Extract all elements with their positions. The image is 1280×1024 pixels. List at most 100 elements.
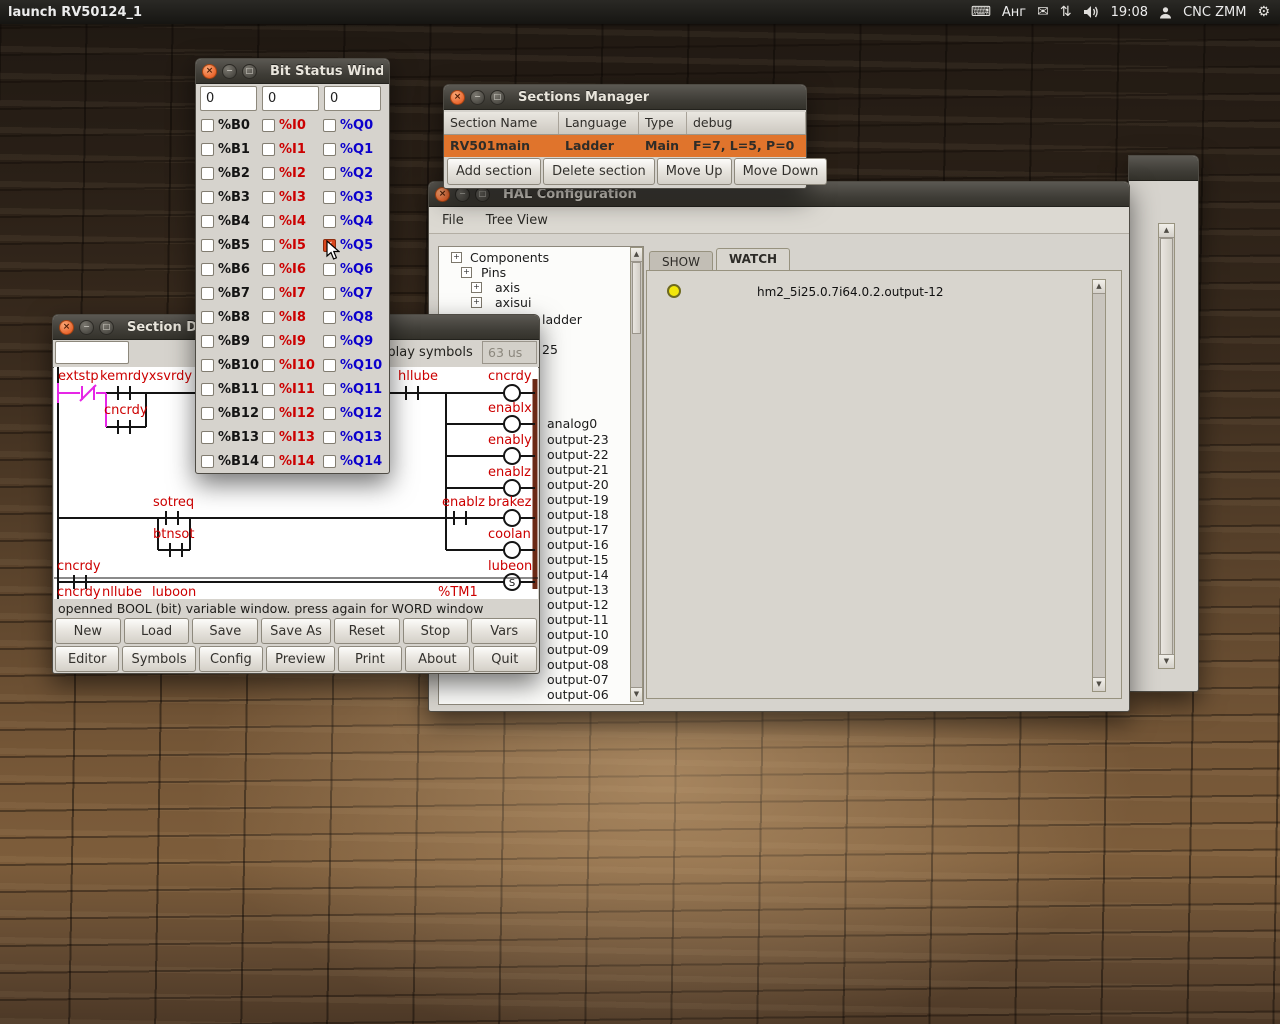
tab-watch[interactable]: WATCH bbox=[715, 248, 791, 270]
bit-checkbox-b13[interactable] bbox=[201, 430, 214, 444]
hal-tree-item-components[interactable]: Components bbox=[470, 251, 549, 264]
network-traffic-icon[interactable]: ⇅ bbox=[1060, 5, 1072, 19]
gear-icon[interactable]: ⚙ bbox=[1257, 5, 1270, 19]
close-button[interactable]: × bbox=[450, 89, 465, 105]
tree-expander-icon[interactable]: + bbox=[471, 282, 482, 293]
bit-checkbox-b6[interactable] bbox=[201, 262, 214, 276]
minimize-button[interactable]: − bbox=[79, 319, 94, 335]
reset-button[interactable]: Reset bbox=[333, 618, 400, 644]
bit-checkbox-q8[interactable] bbox=[323, 310, 336, 324]
watch-scrollbar[interactable]: ▲ ▼ bbox=[1092, 279, 1106, 692]
hal-pin-item[interactable]: output-13 bbox=[547, 583, 609, 596]
bit-checkbox-i2[interactable] bbox=[262, 166, 275, 180]
scroll-up-arrow[interactable]: ▲ bbox=[1093, 280, 1105, 294]
hal-tree-item-axis[interactable]: axis bbox=[495, 281, 520, 294]
column-header-section-name[interactable]: Section Name bbox=[444, 112, 559, 134]
offset-field-q[interactable]: 0 bbox=[324, 86, 381, 111]
volume-icon[interactable] bbox=[1083, 5, 1100, 19]
mail-icon[interactable]: ✉ bbox=[1037, 5, 1049, 19]
hal-pin-item[interactable]: output-12 bbox=[547, 598, 609, 611]
bit-checkbox-b7[interactable] bbox=[201, 286, 214, 300]
scroll-down-arrow[interactable]: ▼ bbox=[1159, 654, 1174, 668]
hal-pin-item[interactable]: output-11 bbox=[547, 613, 609, 626]
bit-checkbox-i3[interactable] bbox=[262, 190, 275, 204]
tab-show[interactable]: SHOW bbox=[649, 251, 713, 270]
hal-pin-item[interactable]: output-23 bbox=[547, 433, 609, 446]
offset-field-i[interactable]: 0 bbox=[262, 86, 319, 111]
keyboard-icon[interactable]: ⌨ bbox=[971, 5, 991, 19]
clock[interactable]: 19:08 bbox=[1111, 5, 1148, 20]
section-combo[interactable] bbox=[55, 341, 129, 364]
bit-checkbox-b2[interactable] bbox=[201, 166, 214, 180]
bit-checkbox-i13[interactable] bbox=[262, 430, 275, 444]
column-header-language[interactable]: Language bbox=[559, 112, 639, 134]
tree-expander-icon[interactable]: + bbox=[451, 252, 462, 263]
hal-pin-item[interactable]: output-16 bbox=[547, 538, 609, 551]
vars-button[interactable]: Vars bbox=[471, 618, 538, 644]
scroll-down-arrow[interactable]: ▼ bbox=[631, 687, 642, 701]
bit-checkbox-i9[interactable] bbox=[262, 334, 275, 348]
hal-pin-item[interactable]: analog0 bbox=[547, 417, 597, 430]
scroll-thumb[interactable] bbox=[1160, 238, 1173, 658]
bit-checkbox-q12[interactable] bbox=[323, 406, 336, 420]
hal-pin-item[interactable]: output-14 bbox=[547, 568, 609, 581]
titlebar[interactable]: × − □ Sections Manager bbox=[444, 85, 806, 110]
scroll-up-arrow[interactable]: ▲ bbox=[631, 248, 642, 262]
bit-checkbox-i7[interactable] bbox=[262, 286, 275, 300]
bit-checkbox-i6[interactable] bbox=[262, 262, 275, 276]
hal-tree-item-pins[interactable]: Pins bbox=[481, 266, 506, 279]
hal-pin-item[interactable]: output-15 bbox=[547, 553, 609, 566]
bit-checkbox-i12[interactable] bbox=[262, 406, 275, 420]
offset-field-b[interactable]: 0 bbox=[200, 86, 257, 111]
bit-checkbox-q0[interactable] bbox=[323, 118, 336, 132]
bit-checkbox-i1[interactable] bbox=[262, 142, 275, 156]
hal-pin-item[interactable]: output-19 bbox=[547, 493, 609, 506]
bit-checkbox-i11[interactable] bbox=[262, 382, 275, 396]
scroll-up-arrow[interactable]: ▲ bbox=[1159, 224, 1174, 238]
bit-checkbox-b0[interactable] bbox=[201, 118, 214, 132]
bit-checkbox-b4[interactable] bbox=[201, 214, 214, 228]
bit-checkbox-b12[interactable] bbox=[201, 406, 214, 420]
menu-file[interactable]: File bbox=[442, 213, 464, 228]
maximize-button[interactable]: □ bbox=[490, 89, 505, 105]
bit-checkbox-q7[interactable] bbox=[323, 286, 336, 300]
bit-checkbox-q11[interactable] bbox=[323, 382, 336, 396]
column-header-type[interactable]: Type bbox=[639, 112, 687, 134]
bit-checkbox-q14[interactable] bbox=[323, 454, 336, 468]
bit-checkbox-q9[interactable] bbox=[323, 334, 336, 348]
close-button[interactable]: × bbox=[59, 319, 74, 335]
bit-checkbox-i14[interactable] bbox=[262, 454, 275, 468]
preview-button[interactable]: Preview bbox=[266, 646, 335, 672]
bit-checkbox-b5[interactable] bbox=[201, 238, 214, 252]
titlebar[interactable] bbox=[1129, 156, 1198, 181]
menu-tree-view[interactable]: Tree View bbox=[486, 213, 548, 228]
move-down-button[interactable]: Move Down bbox=[733, 158, 828, 185]
tree-expander-icon[interactable]: + bbox=[471, 297, 482, 308]
tree-scrollbar[interactable]: ▲ ▼ bbox=[630, 247, 643, 702]
titlebar[interactable]: × − □ Bit Status Window bbox=[196, 59, 389, 84]
new-button[interactable]: New bbox=[55, 618, 121, 644]
bit-checkbox-b3[interactable] bbox=[201, 190, 214, 204]
save-as-button[interactable]: Save As bbox=[261, 618, 331, 644]
editor-button[interactable]: Editor bbox=[55, 646, 120, 672]
user-menu[interactable]: CNC ZMM bbox=[1183, 5, 1246, 20]
bit-checkbox-b1[interactable] bbox=[201, 142, 214, 156]
hal-pin-item[interactable]: output-18 bbox=[547, 508, 609, 521]
print-button[interactable]: Print bbox=[337, 646, 403, 672]
hal-pin-item[interactable]: output-07 bbox=[547, 673, 609, 686]
bit-checkbox-i4[interactable] bbox=[262, 214, 275, 228]
bit-checkbox-q3[interactable] bbox=[323, 190, 336, 204]
bit-checkbox-q1[interactable] bbox=[323, 142, 336, 156]
maximize-button[interactable]: □ bbox=[242, 63, 257, 79]
bit-checkbox-b14[interactable] bbox=[201, 454, 214, 468]
column-header-debug[interactable]: debug bbox=[687, 112, 806, 134]
bit-checkbox-i8[interactable] bbox=[262, 310, 275, 324]
config-button[interactable]: Config bbox=[198, 646, 264, 672]
scroll-thumb[interactable] bbox=[632, 262, 641, 334]
bit-checkbox-b9[interactable] bbox=[201, 334, 214, 348]
hal-pin-item[interactable]: output-10 bbox=[547, 628, 609, 641]
hal-tree-item-ladder[interactable]: ladder bbox=[542, 313, 582, 326]
hal-pin-item[interactable]: output-22 bbox=[547, 448, 609, 461]
delete-section-button[interactable]: Delete section bbox=[543, 158, 655, 185]
save-button[interactable]: Save bbox=[192, 618, 259, 644]
